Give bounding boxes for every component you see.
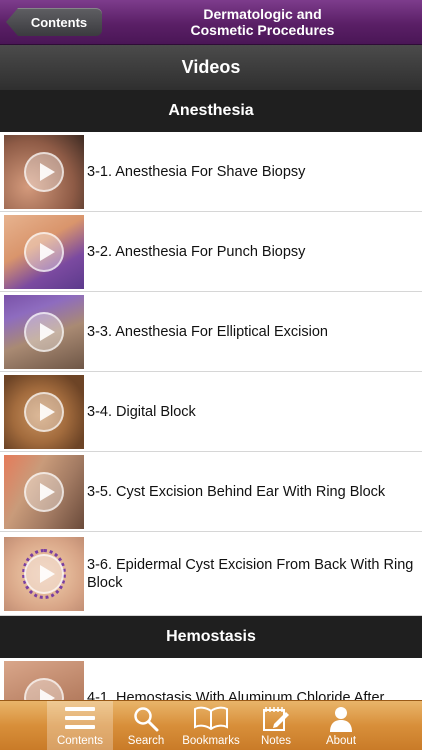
play-icon [24, 554, 64, 594]
video-title: 3-4. Digital Block [87, 404, 196, 420]
video-title: 3-2. Anesthesia For Punch Biopsy [87, 244, 306, 260]
tab-bookmarks[interactable]: Bookmarks [178, 701, 244, 750]
video-row[interactable]: 3-1. Anesthesia For Shave Biopsy [0, 132, 422, 212]
play-icon [24, 312, 64, 352]
tab-notes[interactable]: Notes [243, 701, 309, 750]
play-icon [24, 152, 64, 192]
video-title: 3-5. Cyst Excision Behind Ear With Ring … [87, 484, 386, 500]
section-header-anesthesia: Anesthesia [0, 90, 422, 132]
tab-label: About [325, 735, 357, 747]
video-title: 3-3. Anesthesia For Elliptical Excision [87, 324, 328, 340]
play-icon [24, 392, 64, 432]
video-thumbnail [4, 295, 84, 369]
book-icon [194, 706, 228, 730]
tab-label: Contents [56, 735, 104, 747]
video-thumbnail [4, 135, 84, 209]
video-title: 3-1. Anesthesia For Shave Biopsy [87, 164, 306, 180]
video-row[interactable]: 3-5. Cyst Excision Behind Ear With Ring … [0, 452, 422, 532]
play-icon [24, 232, 64, 272]
video-row[interactable]: 3-3. Anesthesia For Elliptical Excision [0, 292, 422, 372]
list-icon [65, 707, 95, 729]
tab-label: Notes [260, 735, 292, 747]
video-thumbnail [4, 537, 84, 611]
person-icon [330, 707, 352, 732]
tab-contents[interactable]: Contents [47, 701, 113, 750]
tab-about[interactable]: About [308, 701, 374, 750]
video-thumbnail [4, 215, 84, 289]
book-title-line1: Dermatologic and [203, 6, 322, 22]
book-title-line2: Cosmetic Procedures [190, 22, 335, 38]
video-row[interactable]: 3-6. Epidermal Cyst Excision From Back W… [0, 532, 422, 616]
notes-icon [263, 707, 289, 731]
video-thumbnail [4, 455, 84, 529]
contents-back-button[interactable]: Contents [6, 8, 102, 36]
play-icon [24, 472, 64, 512]
tab-search[interactable]: Search [113, 701, 179, 750]
video-thumbnail [4, 375, 84, 449]
book-title: Dermatologic and Cosmetic Procedures [150, 6, 375, 38]
navigation-bar: Contents Dermatologic and Cosmetic Proce… [0, 0, 422, 45]
tab-label: Bookmarks [182, 735, 240, 747]
video-title: 3-6. Epidermal Cyst Excision From Back W… [87, 557, 414, 591]
video-row[interactable]: 3-2. Anesthesia For Punch Biopsy [0, 212, 422, 292]
section-header-hemostasis: Hemostasis [0, 616, 422, 658]
video-row[interactable]: 3-4. Digital Block [0, 372, 422, 452]
tab-bar: Contents Search Bookmarks Notes About [0, 700, 422, 750]
page-title: Videos [0, 45, 422, 90]
search-icon [134, 707, 159, 732]
tab-label: Search [127, 735, 165, 747]
